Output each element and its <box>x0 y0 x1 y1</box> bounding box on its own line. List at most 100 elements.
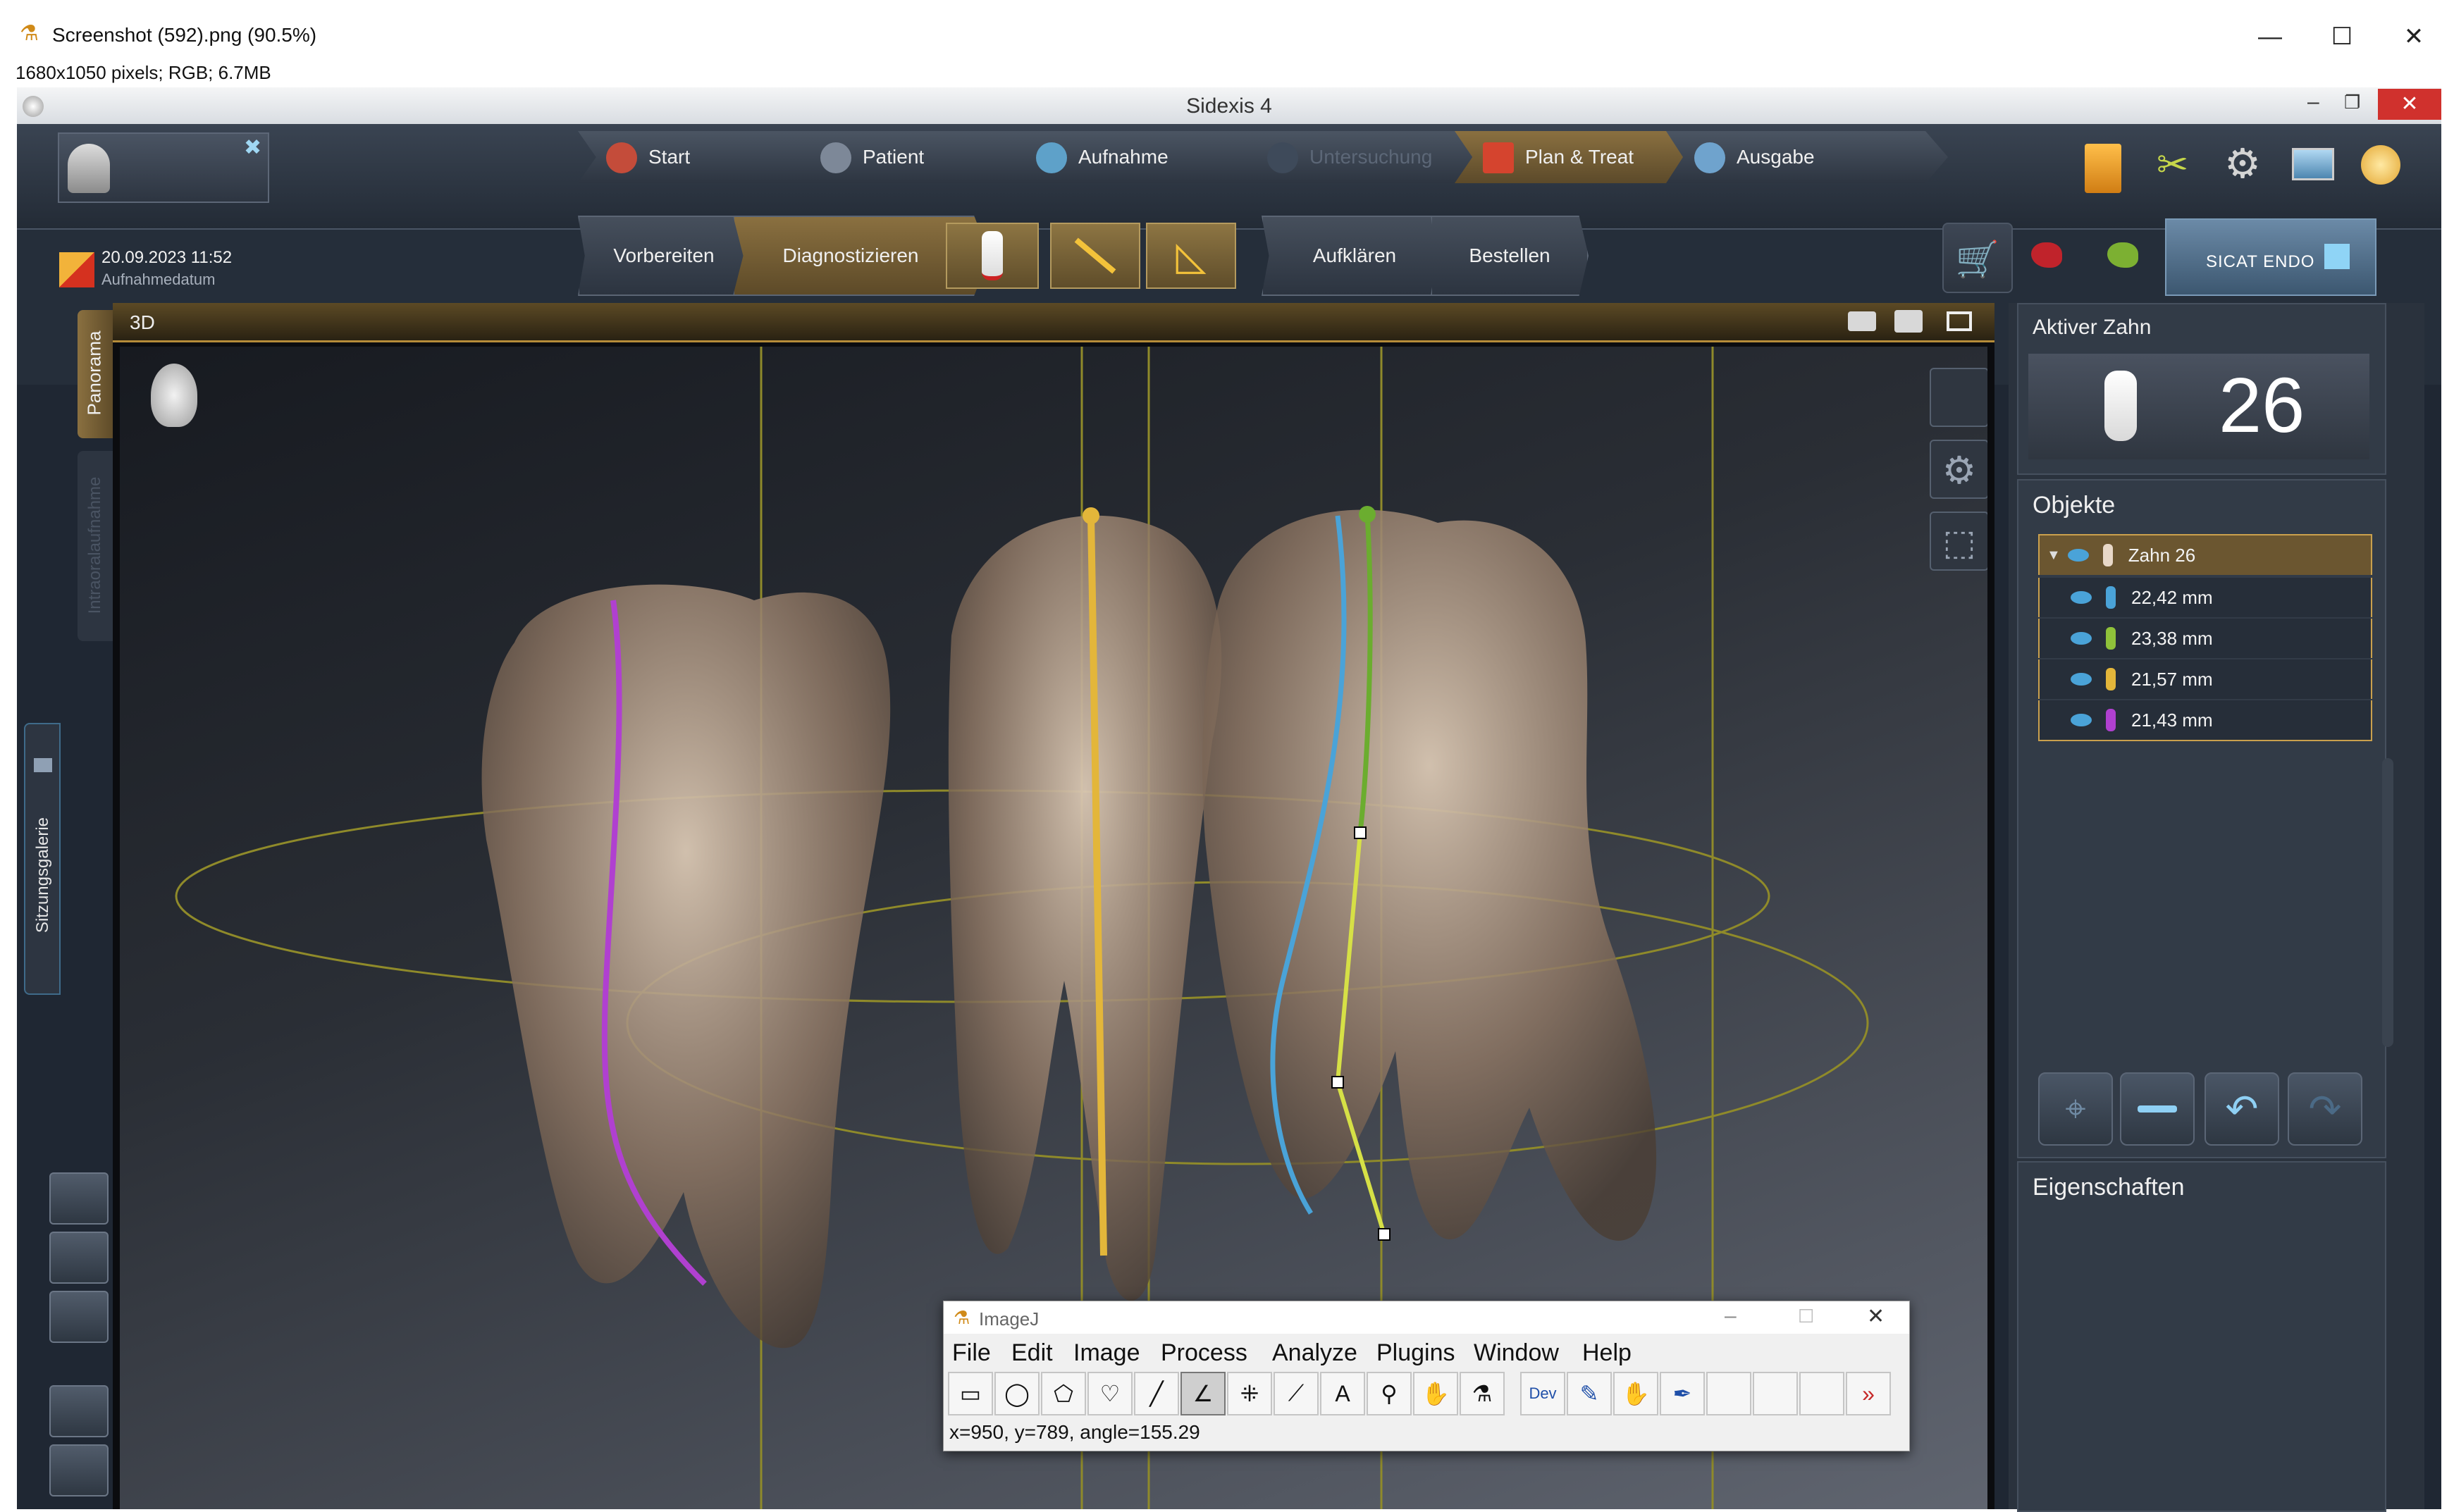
object-row-tooth[interactable]: ▼ Zahn 26 <box>2038 534 2372 575</box>
step-aufklaeren[interactable]: Aufklären <box>1262 216 1448 296</box>
tab-panorama[interactable]: Panorama <box>78 310 114 438</box>
line-tool-icon[interactable]: ╱ <box>1134 1372 1179 1415</box>
pencil-tool-icon[interactable]: ✎ <box>1567 1372 1612 1415</box>
object-row-canal-2[interactable]: 23,38 mm <box>2038 619 2372 658</box>
face-view-button[interactable] <box>1930 368 1987 427</box>
undo-button[interactable]: ↶ <box>2205 1072 2279 1146</box>
canal-purple-icon <box>2106 709 2116 731</box>
empty-tool-slot[interactable] <box>1799 1372 1844 1415</box>
zoom-tool-icon[interactable]: ⚲ <box>1367 1372 1412 1415</box>
cube-view-button[interactable]: ⬚ <box>1930 512 1987 571</box>
canal-yellow-start <box>1083 507 1099 524</box>
menu-window[interactable]: Window <box>1474 1339 1559 1367</box>
menu-process[interactable]: Process <box>1161 1339 1247 1367</box>
imagej-minimize-button[interactable]: – <box>1725 1304 1737 1328</box>
close-button[interactable]: ✕ <box>2382 16 2446 58</box>
visibility-eye-icon[interactable] <box>2071 714 2092 726</box>
visibility-eye-icon[interactable] <box>2071 591 2092 604</box>
menu-image[interactable]: Image <box>1073 1339 1140 1367</box>
maximize-button[interactable]: ☐ <box>2310 16 2374 58</box>
object-row-canal-1[interactable]: 22,42 mm <box>2038 578 2372 617</box>
pin-icon[interactable]: ✖ <box>244 135 261 160</box>
dropper-tool-icon[interactable]: ⚗ <box>1460 1372 1505 1415</box>
redo-button[interactable]: ↷ <box>2288 1072 2362 1146</box>
object-row-canal-3[interactable]: 21,57 mm <box>2038 659 2372 699</box>
gear-icon[interactable]: ⚙ <box>2224 140 2261 187</box>
imagej-microscope-icon: ⚗ <box>20 22 39 45</box>
head-orientation-icon[interactable] <box>151 364 197 427</box>
imagej-close-button[interactable]: ✕ <box>1867 1304 1885 1329</box>
export-image-button[interactable] <box>49 1172 109 1225</box>
step-vorbereiten[interactable]: Vorbereiten <box>578 216 750 296</box>
app-close-button[interactable]: ✕ <box>2378 89 2441 120</box>
brush-tool-icon[interactable]: ✋ <box>1613 1372 1658 1415</box>
angle-measure-tool[interactable]: ◺ <box>1146 223 1236 289</box>
screenshot-icon[interactable] <box>1848 311 1876 331</box>
split-merge-button[interactable] <box>49 1444 109 1496</box>
object-label: 22,42 mm <box>2131 586 2213 608</box>
help-icon[interactable] <box>2361 145 2400 185</box>
menu-file[interactable]: File <box>952 1339 991 1367</box>
pipette-tool-icon[interactable]: ✒ <box>1660 1372 1705 1415</box>
text-tool-icon[interactable]: A <box>1320 1372 1365 1415</box>
canal-green-start <box>1359 506 1376 523</box>
tooth-canal-tool[interactable] <box>946 223 1039 289</box>
app-titlebar: Sidexis 4 – ❐ ✕ <box>17 87 2441 124</box>
menu-plugins[interactable]: Plugins <box>1376 1339 1455 1367</box>
tab-intraoral[interactable]: Intraoralaufnahme <box>78 451 114 641</box>
focus-object-button[interactable]: ⌖ <box>2038 1072 2113 1146</box>
imagej-title: ImageJ <box>979 1308 1040 1330</box>
green-brush-icon[interactable] <box>2107 242 2138 268</box>
imagej-maximize-button[interactable]: ☐ <box>1798 1306 1814 1327</box>
session-gallery-tab[interactable]: Sitzungsgalerie <box>24 723 61 995</box>
ruler-line-icon <box>1074 237 1116 274</box>
monitor-icon[interactable] <box>2292 148 2334 180</box>
step-bestellen[interactable]: Bestellen <box>1431 216 1589 296</box>
freehand-tool-icon[interactable]: ♡ <box>1087 1372 1133 1415</box>
visibility-eye-icon[interactable] <box>2067 549 2089 562</box>
measure-line-tool[interactable] <box>1050 223 1140 289</box>
examination-icon <box>1267 142 1298 173</box>
tooth-left <box>481 584 891 1349</box>
visibility-eye-icon[interactable] <box>2071 632 2092 645</box>
layout-button[interactable] <box>49 1291 109 1343</box>
book-icon[interactable] <box>2085 144 2121 193</box>
menu-analyze[interactable]: Analyze <box>1272 1339 1357 1367</box>
expand-triangle-icon[interactable]: ▼ <box>2047 547 2061 564</box>
app-restore-button[interactable]: ❐ <box>2344 92 2360 113</box>
hand-tool-icon[interactable]: ✋ <box>1413 1372 1458 1415</box>
remove-object-button[interactable] <box>2120 1072 2195 1146</box>
split-view-button[interactable] <box>49 1385 109 1437</box>
maximize-view-icon[interactable] <box>1947 311 1972 331</box>
report-button[interactable] <box>49 1232 109 1284</box>
objects-scrollbar[interactable] <box>2382 758 2393 1047</box>
menu-help[interactable]: Help <box>1582 1339 1632 1367</box>
oval-tool-icon[interactable]: ◯ <box>994 1372 1040 1415</box>
more-tools-icon[interactable]: » <box>1846 1372 1891 1415</box>
empty-tool-slot[interactable] <box>1753 1372 1798 1415</box>
render-settings-button[interactable]: ⚙ <box>1930 440 1987 499</box>
angle-tool-icon[interactable]: ∠ <box>1180 1372 1226 1415</box>
polygon-tool-icon[interactable]: ⬠ <box>1041 1372 1086 1415</box>
red-brush-icon[interactable] <box>2031 242 2062 268</box>
rectangle-tool-icon[interactable]: ▭ <box>948 1372 993 1415</box>
report-add-icon[interactable] <box>1894 310 1923 333</box>
tools-icon[interactable]: ✂ <box>2157 142 2188 187</box>
cart-button[interactable]: 🛒 <box>1942 223 2013 293</box>
user-panel[interactable]: ✖ <box>58 132 269 203</box>
sicat-endo-button[interactable]: SICAT ENDO <box>2165 218 2376 296</box>
wand-tool-icon[interactable]: ⟋ <box>1274 1372 1319 1415</box>
angle-handle-1 <box>1354 826 1367 839</box>
object-row-canal-4[interactable]: 21,43 mm <box>2038 700 2372 741</box>
object-label: Zahn 26 <box>2128 544 2196 566</box>
multipoint-tool-icon[interactable]: ⁜ <box>1227 1372 1272 1415</box>
properties-title: Eigenschaften <box>2033 1174 2185 1201</box>
empty-tool-slot[interactable] <box>1706 1372 1751 1415</box>
visibility-eye-icon[interactable] <box>2071 673 2092 686</box>
app-minimize-button[interactable]: – <box>2307 90 2319 114</box>
minimize-button[interactable]: — <box>2238 16 2302 58</box>
menu-edit[interactable]: Edit <box>1011 1339 1053 1367</box>
dev-tool-icon[interactable]: Dev <box>1520 1372 1565 1415</box>
tab-ausgabe[interactable]: Ausgabe <box>1666 131 1948 183</box>
redo-arrow-icon: ↷ <box>2308 1086 2342 1131</box>
